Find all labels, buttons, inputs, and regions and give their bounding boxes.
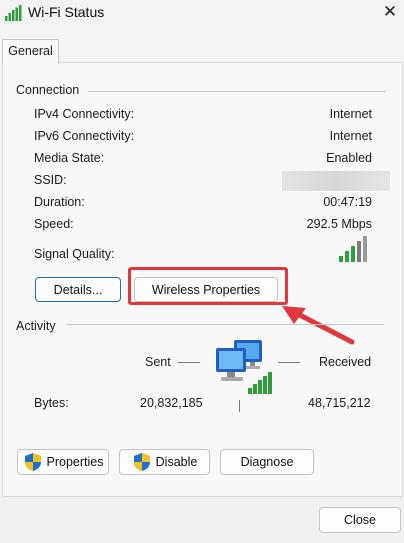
sent-line — [178, 362, 200, 363]
diagnose-button[interactable]: Diagnose — [220, 449, 314, 475]
close-button[interactable]: Close — [319, 507, 401, 533]
signal-quality-label: Signal Quality: — [34, 247, 115, 261]
speed-label: Speed: — [34, 217, 74, 231]
uac-shield-icon — [133, 453, 150, 471]
activity-heading: Activity — [16, 319, 56, 333]
media-state-value: Enabled — [326, 151, 372, 165]
speed-value: 292.5 Mbps — [306, 217, 372, 231]
properties-label: Properties — [46, 455, 104, 469]
media-state-label: Media State: — [34, 151, 105, 165]
wifi-signal-icon — [5, 5, 22, 21]
received-line — [278, 362, 300, 363]
received-label: Received — [319, 355, 372, 369]
network-computers-icon — [216, 340, 272, 394]
bytes-label: Bytes: — [34, 396, 69, 410]
duration-value: 00:47:19 — [323, 195, 372, 209]
tab-general[interactable]: General — [2, 39, 59, 64]
close-icon[interactable]: ✕ — [380, 2, 400, 22]
sent-label: Sent — [145, 355, 171, 369]
bytes-received-value: 48,715,212 — [308, 396, 371, 410]
connection-heading: Connection — [16, 83, 80, 97]
properties-button[interactable]: Properties — [17, 449, 109, 475]
uac-shield-icon — [24, 453, 41, 471]
activity-divider — [66, 324, 384, 325]
highlight-annotation — [128, 267, 288, 305]
bytes-divider — [239, 400, 240, 412]
window-title: Wi-Fi Status — [28, 4, 105, 20]
ssid-redacted-value — [282, 171, 390, 191]
ipv6-label: IPv6 Connectivity: — [34, 129, 135, 143]
disable-label: Disable — [155, 455, 198, 469]
ipv4-label: IPv4 Connectivity: — [34, 107, 135, 121]
signal-strength-icon — [339, 236, 367, 262]
disable-button[interactable]: Disable — [119, 449, 210, 475]
connection-divider — [88, 91, 386, 92]
duration-label: Duration: — [34, 195, 85, 209]
details-button[interactable]: Details... — [35, 277, 121, 302]
bytes-sent-value: 20,832,185 — [140, 396, 203, 410]
ipv6-value: Internet — [329, 129, 372, 143]
ipv4-value: Internet — [329, 107, 372, 121]
ssid-label: SSID: — [34, 173, 67, 187]
